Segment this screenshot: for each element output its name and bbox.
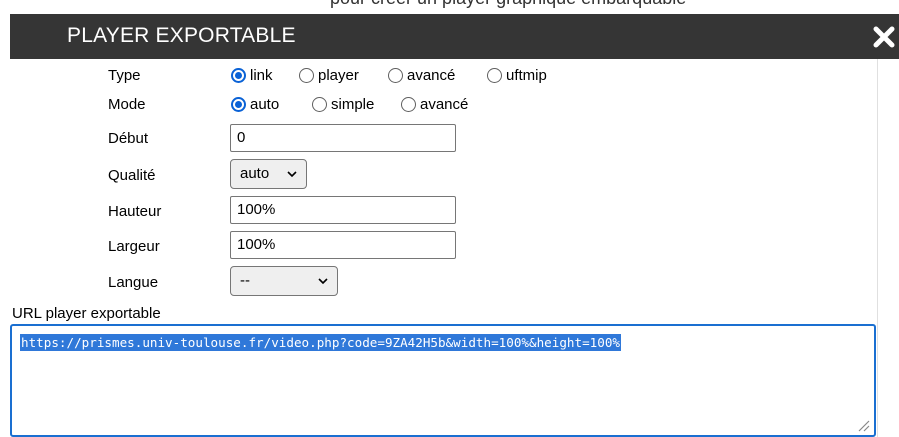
radio-icon — [388, 68, 403, 83]
radio-checked-icon — [231, 68, 246, 83]
dialog-title: PLAYER EXPORTABLE — [67, 24, 296, 47]
chevron-down-icon — [287, 171, 297, 178]
largeur-label: Largeur — [108, 238, 160, 255]
dialog-titlebar: PLAYER EXPORTABLE — [10, 14, 899, 59]
hauteur-input[interactable]: 100% — [230, 196, 456, 224]
qualite-select[interactable]: auto — [230, 159, 307, 189]
debut-label: Début — [108, 130, 149, 147]
radio-icon — [401, 97, 416, 112]
close-button[interactable] — [871, 22, 897, 50]
langue-label: Langue — [108, 274, 159, 291]
dialog-body: Type link player avancé uftmip Mode auto… — [10, 59, 878, 437]
underlying-page-fragment: pour créer un player graphique embarquab… — [0, 0, 899, 14]
radio-icon — [487, 68, 502, 83]
url-label: URL player exportable — [12, 305, 161, 322]
hauteur-label: Hauteur — [108, 203, 162, 220]
radio-icon — [312, 97, 327, 112]
langue-select[interactable]: -- — [230, 266, 338, 296]
radio-checked-icon — [231, 97, 246, 112]
url-selected-text: https://prismes.univ-toulouse.fr/video.p… — [20, 334, 621, 351]
debut-input[interactable]: 0 — [230, 124, 456, 152]
resize-handle-icon[interactable] — [856, 418, 870, 432]
largeur-input[interactable]: 100% — [230, 231, 456, 259]
type-label: Type — [108, 67, 141, 84]
qualite-label: Qualité — [108, 167, 156, 184]
langue-value: -- — [240, 272, 250, 289]
qualite-value: auto — [240, 165, 270, 182]
url-textarea[interactable]: https://prismes.univ-toulouse.fr/video.p… — [10, 324, 876, 437]
underlying-page-text: pour créer un player graphique embarquab… — [330, 0, 686, 9]
radio-icon — [299, 68, 314, 83]
mode-label: Mode — [108, 96, 146, 113]
close-icon — [873, 26, 895, 48]
chevron-down-icon — [318, 278, 328, 285]
